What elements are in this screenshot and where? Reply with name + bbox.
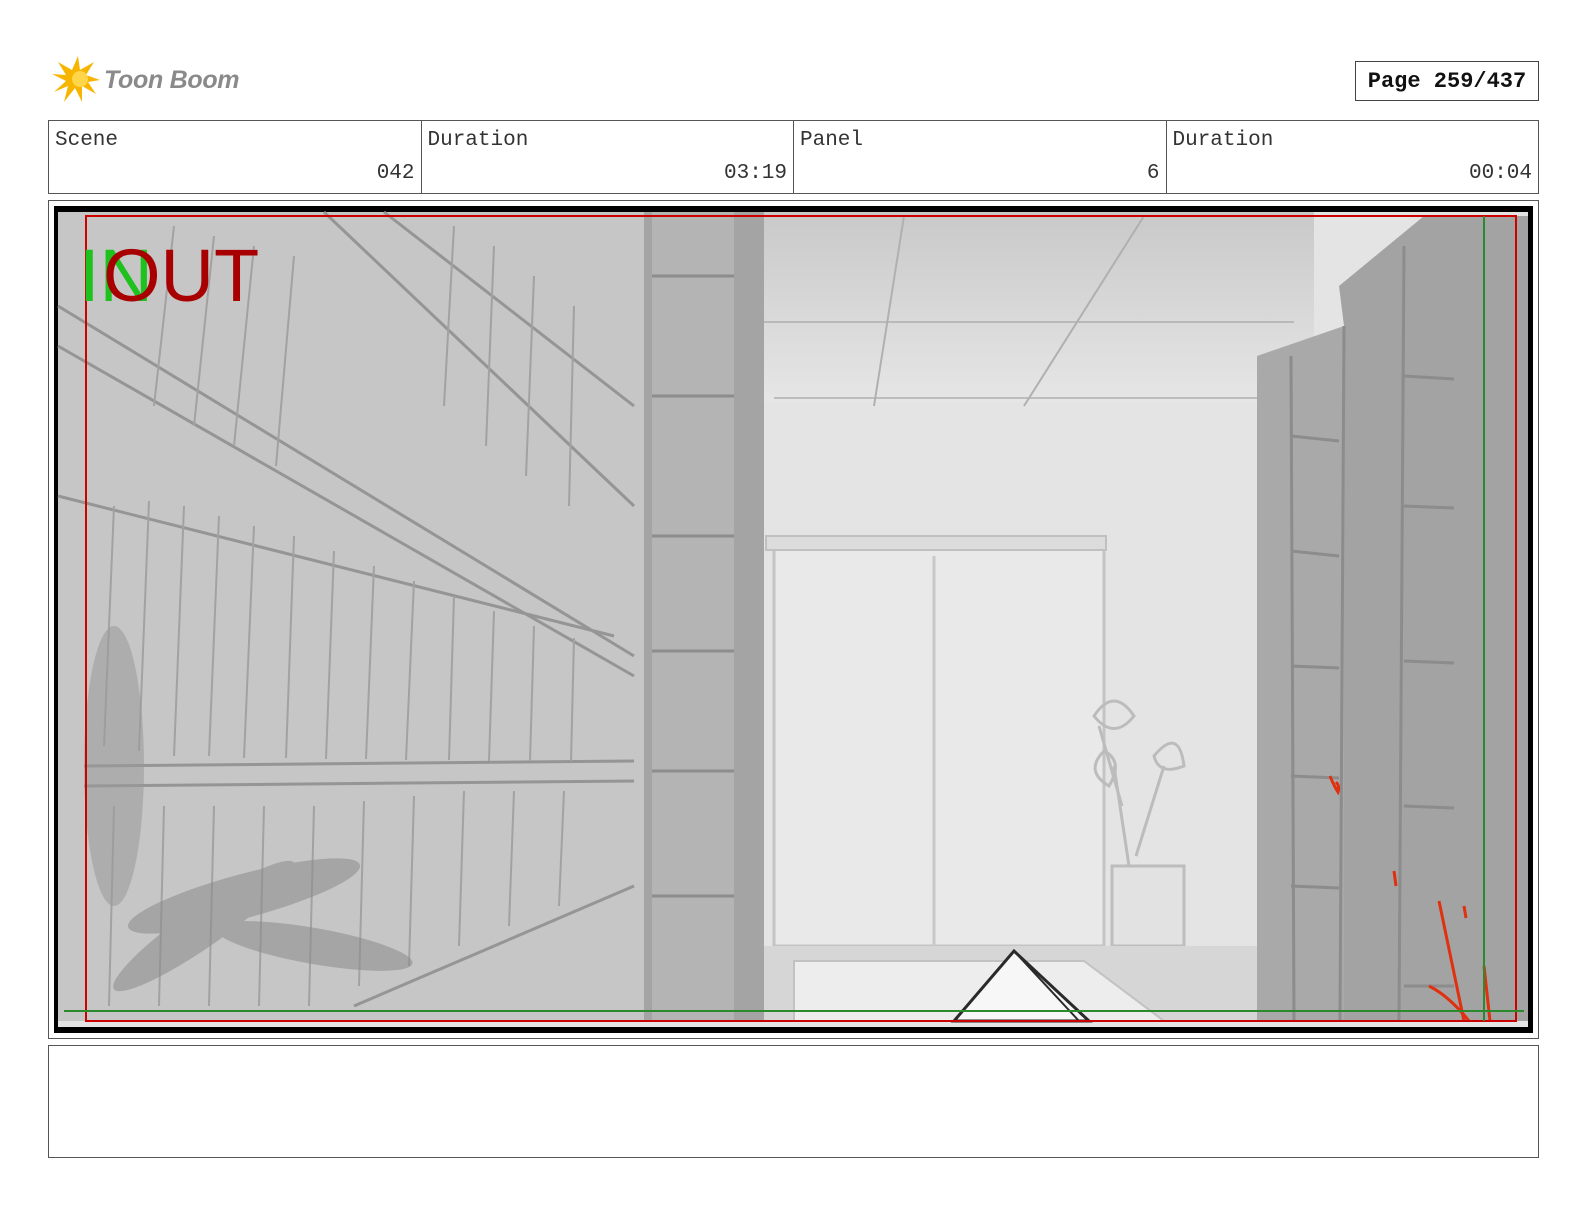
panel-duration-cell: Duration 00:04 [1167, 121, 1539, 193]
panel-cell: Panel 6 [794, 121, 1167, 193]
toon-boom-burst-icon [52, 56, 100, 102]
out-marker: OUT [103, 234, 260, 317]
scene-duration-label: Duration [427, 129, 529, 152]
storyboard-panel-frame: IN OUT [48, 200, 1539, 1039]
scene-duration-value: 03:19 [723, 162, 787, 185]
scene-label: Scene [55, 129, 119, 152]
scene-value: 042 [376, 162, 415, 185]
library-sketch-drawing [57, 210, 1528, 1027]
panel-duration-value: 00:04 [1468, 162, 1532, 185]
panel-duration-label: Duration [1172, 129, 1274, 152]
panel-value: 6 [1146, 162, 1160, 185]
scene-cell: Scene 042 [49, 121, 422, 193]
storyboard-panel-image: IN OUT [54, 206, 1533, 1033]
toon-boom-logo: Toon Boom [50, 52, 250, 108]
page-number: Page 259/437 [1355, 61, 1539, 101]
panel-notes-box[interactable] [48, 1045, 1539, 1158]
scene-duration-cell: Duration 03:19 [422, 121, 794, 193]
scene-info-table: Scene 042 Duration 03:19 Panel 6 Duratio… [48, 120, 1539, 194]
panel-label: Panel [800, 129, 864, 152]
logo-text: Toon Boom [104, 65, 240, 94]
